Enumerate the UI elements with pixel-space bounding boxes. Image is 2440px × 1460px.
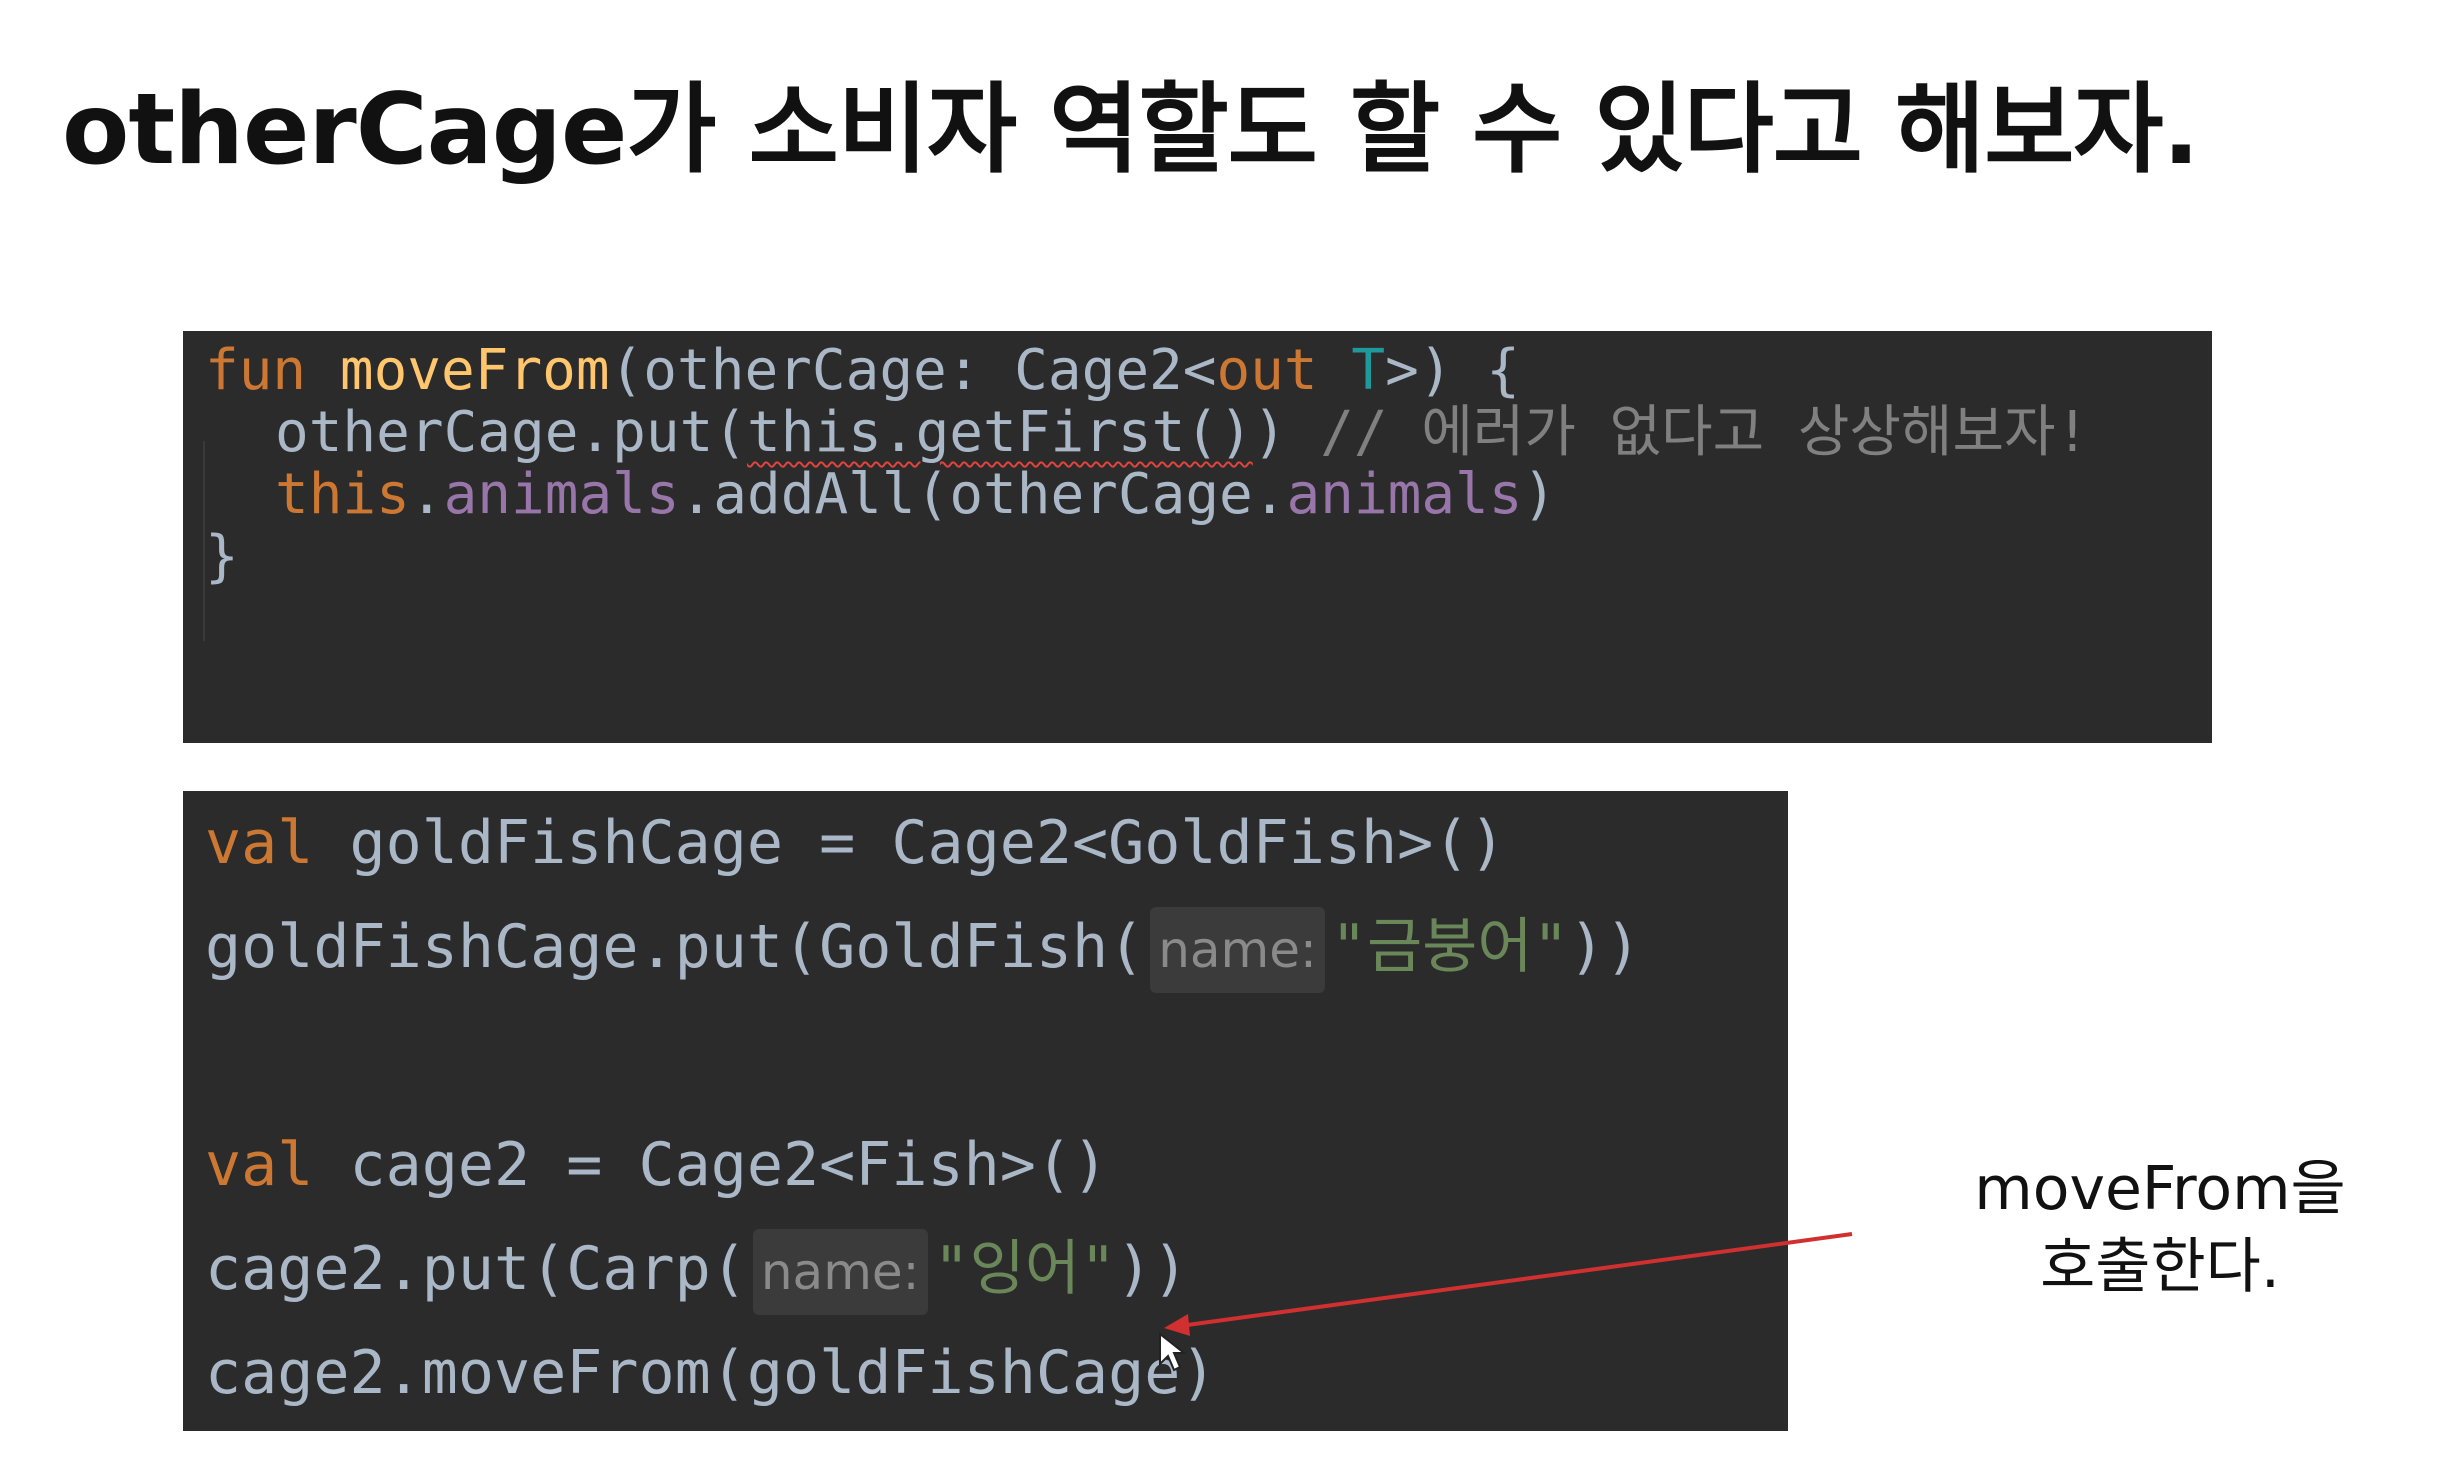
carp-put-prefix: cage2.put(Carp( <box>205 1234 747 1304</box>
code-line-2: goldFishCage.put(GoldFish(name: "금붕어")) <box>205 895 1641 999</box>
dot: . <box>409 462 444 527</box>
string-literal: "금붕어" <box>1330 912 1569 982</box>
code-block-usage: val goldFishCage = Cage2<GoldFish>() gol… <box>183 791 1788 1431</box>
code-line-4: } <box>205 524 239 589</box>
string-literal: "잉어" <box>933 1234 1117 1304</box>
goldfish-put-prefix: goldFishCage.put(GoldFish( <box>205 912 1145 982</box>
annotation-line-1: moveFrom을 <box>1974 1154 2346 1224</box>
param-name-hint: name: <box>752 1229 928 1316</box>
property-animals: animals <box>443 462 680 527</box>
property-animals-other: animals <box>1286 462 1523 527</box>
code-line-3: val cage2 = Cage2<Fish>() <box>205 1113 1108 1217</box>
keyword-this: this <box>275 462 410 527</box>
addall-call: .addAll(otherCage. <box>679 462 1287 527</box>
annotation-line-2: 호출한다. <box>2040 1232 2280 1302</box>
param-name-hint: name: <box>1150 907 1325 994</box>
code-line-5: cage2.moveFrom(goldFishCage) <box>205 1338 1217 1408</box>
close-paren: ) <box>1522 462 1557 527</box>
keyword-val: val <box>205 1130 314 1200</box>
keyword-val: val <box>205 808 314 878</box>
carp-put-suffix: )) <box>1116 1234 1189 1304</box>
code-line-4: cage2.put(Carp(name: "잉어")) <box>205 1217 1188 1321</box>
goldfish-put-suffix: )) <box>1568 912 1641 982</box>
cage2-decl: cage2 = Cage2<Fish>() <box>313 1130 1109 1200</box>
goldfish-cage-decl: goldFishCage = Cage2<GoldFish>() <box>313 808 1506 878</box>
annotation-callout: moveFrom을 호출한다. <box>1920 1150 2400 1306</box>
code-line-3: this.animals.addAll(otherCage.animals) <box>275 455 1556 535</box>
code-line-1: val goldFishCage = Cage2<GoldFish>() <box>205 791 1505 895</box>
slide-title: otherCage가 소비자 역할도 할 수 있다고 해보자. <box>62 73 2200 187</box>
code-block-movefrom: fun moveFrom(otherCage: Cage2<out T>) { … <box>183 331 2212 743</box>
